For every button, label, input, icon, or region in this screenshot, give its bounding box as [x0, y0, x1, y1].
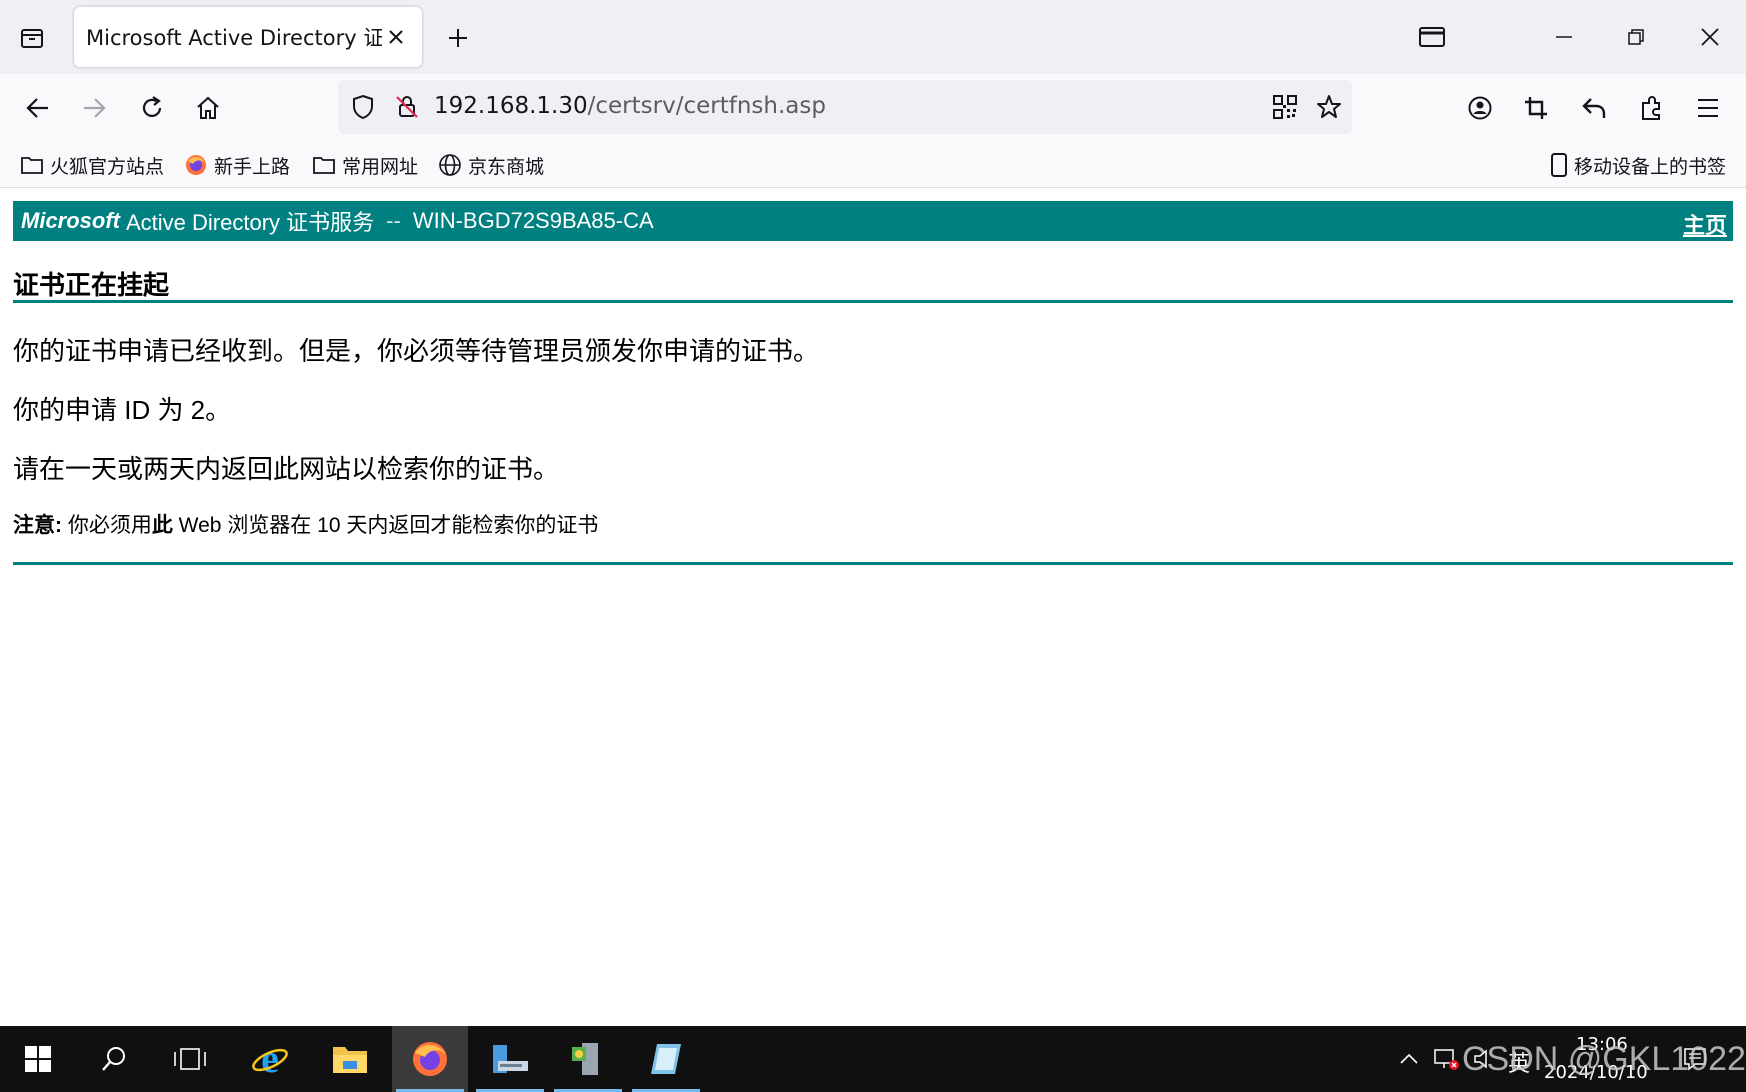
page-content: Microsoft Active Directory 证书服务 -- WIN-B… [0, 189, 1746, 1026]
svg-text:e: e [261, 1039, 279, 1079]
url-path: /certsrv/certfnsh.asp [587, 93, 826, 119]
url-host: 192.168.1.30 [434, 93, 588, 119]
shield-icon[interactable] [346, 90, 380, 124]
header-separator: -- [386, 208, 401, 233]
bookmark-label: 常用网址 [342, 155, 419, 178]
restore-icon[interactable] [1608, 14, 1664, 60]
forward-icon[interactable] [74, 88, 114, 128]
header-service: Active Directory 证书服务 [126, 210, 375, 235]
bookmark-item[interactable]: 常用网址 [312, 150, 418, 180]
home-icon[interactable] [188, 88, 228, 128]
mobile-bookmarks[interactable]: 移动设备上的书签 [1550, 150, 1726, 180]
home-link[interactable]: 主页 [1683, 208, 1727, 240]
divider [13, 300, 1733, 303]
tab-strip: Microsoft Active Directory 证书服 [0, 0, 1746, 74]
folder-icon [333, 1047, 367, 1073]
header-brand: Microsoft [21, 208, 120, 233]
menu-icon[interactable] [1688, 88, 1728, 128]
windows-logo-icon [25, 1046, 51, 1072]
navigation-bar: 192.168.1.30/certsrv/certfnsh.asp [0, 74, 1746, 142]
paragraph: 请在一天或两天内返回此网站以检索你的证书。 [13, 454, 560, 484]
back-icon[interactable] [18, 88, 58, 128]
notepad-button[interactable] [628, 1026, 704, 1092]
note-text-before: 你必须用 [62, 514, 152, 537]
chevron-up-icon[interactable] [1394, 1044, 1424, 1074]
note-label: 注意: [13, 514, 62, 537]
tab-close-icon[interactable] [382, 23, 410, 51]
url-text[interactable]: 192.168.1.30/certsrv/certfnsh.asp [434, 93, 826, 119]
minimize-icon[interactable] [1536, 14, 1592, 60]
firefox-taskbar-button[interactable] [392, 1026, 468, 1092]
note-emphasis: 此 [151, 514, 173, 537]
url-bar[interactable]: 192.168.1.30/certsrv/certfnsh.asp [338, 80, 1352, 134]
paragraph: 你的申请 ID 为 2。 [13, 395, 232, 425]
globe-icon [439, 154, 461, 176]
bookmark-label: 火狐官方站点 [50, 155, 165, 178]
bookmark-label: 京东商城 [468, 155, 545, 178]
internet-explorer-icon: e [252, 1039, 288, 1079]
bookmarks-toolbar: 火狐官方站点 新手上路 常用网址 京东商城 移动设备上的书签 [0, 142, 1746, 188]
close-window-icon[interactable] [1682, 14, 1738, 60]
admin-tools-icon [572, 1043, 598, 1075]
server-manager-icon [493, 1045, 528, 1073]
paragraph: 你的证书申请已经收到。但是，你必须等待管理员颁发你申请的证书。 [13, 336, 820, 366]
tab-title: Microsoft Active Directory 证书服 [86, 26, 382, 50]
note: 注意: 你必须用此 Web 浏览器在 10 天内返回才能检索你的证书 [13, 509, 598, 539]
reload-icon[interactable] [132, 88, 172, 128]
admin-tools-button[interactable] [550, 1026, 626, 1092]
insecure-lock-icon[interactable] [390, 90, 424, 124]
bookmark-label: 新手上路 [214, 155, 291, 178]
account-icon[interactable] [1460, 88, 1500, 128]
tab-overview-icon[interactable] [1404, 14, 1460, 60]
divider [13, 562, 1733, 565]
search-icon [102, 1047, 125, 1071]
start-button[interactable] [0, 1026, 76, 1092]
screenshot-crop-icon[interactable] [1516, 88, 1556, 128]
watermark: CSDN @GKL1022 [1462, 1040, 1746, 1078]
header-ca-name: WIN-BGD72S9BA85-CA [412, 208, 654, 233]
search-button[interactable] [76, 1026, 152, 1092]
bookmark-item[interactable]: 火狐官方站点 [20, 150, 164, 180]
qr-code-icon[interactable] [1268, 90, 1302, 124]
firefox-icon [186, 155, 206, 175]
extensions-icon[interactable] [1632, 88, 1672, 128]
firefox-icon [413, 1042, 447, 1076]
folder-icon [313, 157, 335, 174]
task-view-icon [174, 1048, 206, 1070]
file-explorer-button[interactable] [312, 1026, 388, 1092]
server-manager-button[interactable] [472, 1026, 548, 1092]
cert-services-header: Microsoft Active Directory 证书服务 -- WIN-B… [13, 201, 1733, 241]
internet-explorer-button[interactable]: e [232, 1026, 308, 1092]
mobile-device-icon [1551, 153, 1567, 177]
tab-list-icon[interactable] [14, 20, 50, 56]
bookmark-item[interactable]: 新手上路 [184, 150, 290, 180]
bookmark-star-icon[interactable] [1312, 90, 1346, 124]
new-tab-icon[interactable] [440, 20, 476, 56]
task-view-button[interactable] [152, 1026, 228, 1092]
notepad-icon [651, 1044, 681, 1074]
network-icon[interactable] [1432, 1044, 1462, 1074]
bookmark-item[interactable]: 京东商城 [438, 150, 544, 180]
page-title: 证书正在挂起 [13, 270, 170, 300]
mobile-bookmarks-label: 移动设备上的书签 [1574, 155, 1727, 178]
active-tab[interactable]: Microsoft Active Directory 证书服 [74, 7, 422, 67]
note-text-after: Web 浏览器在 10 天内返回才能检索你的证书 [172, 514, 599, 537]
taskbar: e 英 13:06 2024/10/10 CSDN @GKL1022 [0, 1026, 1746, 1092]
undo-icon[interactable] [1574, 88, 1614, 128]
folder-icon [21, 157, 43, 174]
